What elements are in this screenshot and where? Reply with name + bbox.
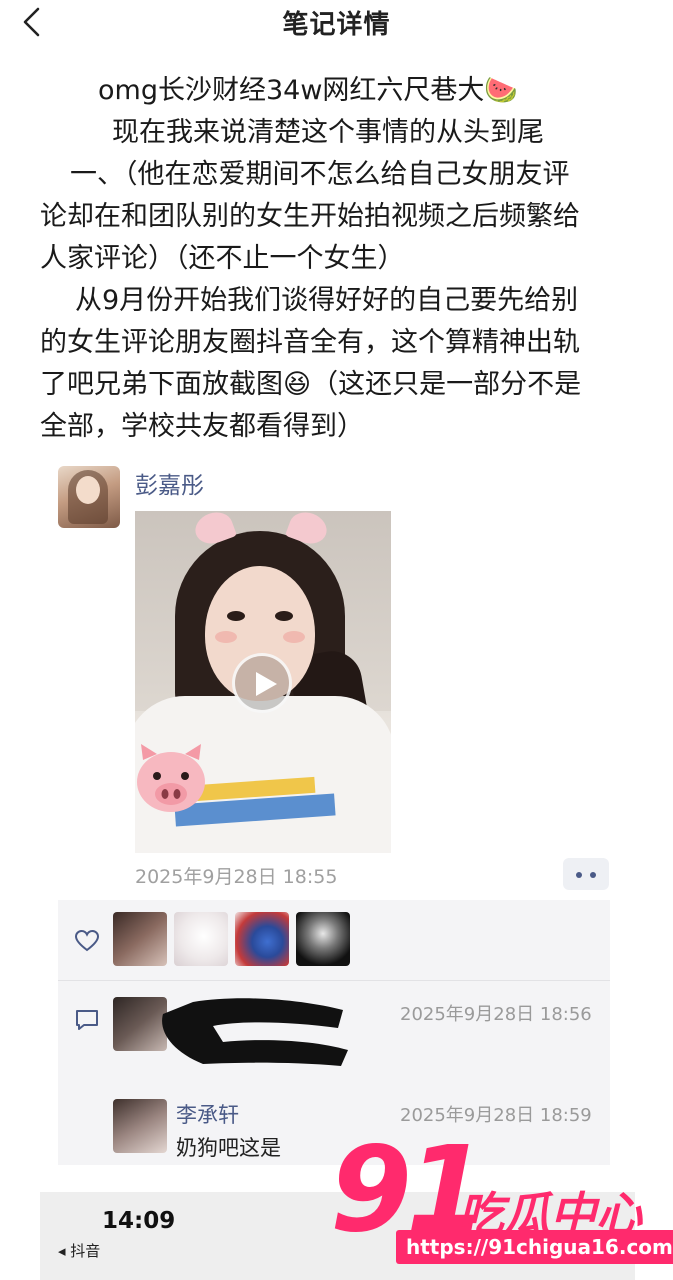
commenter-avatar[interactable] (113, 1099, 167, 1153)
divider (58, 980, 610, 981)
status-clock: 14:09 (102, 1208, 176, 1234)
comment-icon (76, 1010, 98, 1030)
author-avatar[interactable] (58, 466, 120, 528)
liker-avatar[interactable] (174, 912, 228, 966)
comment-text: 奶狗吧这是 (176, 1136, 281, 1160)
post-line: 了吧兄弟下面放截图😆（这还只是一部分不是 (40, 369, 582, 400)
post-line: 一、（他在恋爱期间不怎么给自己女朋友评 (70, 159, 570, 190)
comment-timestamp: 2025年9月28日 18:56 (400, 1004, 592, 1025)
play-icon (256, 672, 277, 696)
watermark-url: https://91chigua16.com (396, 1230, 673, 1264)
liker-avatar[interactable] (113, 912, 167, 966)
post-line: 人家评论）（还不止一个女生） (40, 243, 405, 274)
back-to-app-label: ◂ 抖音 (58, 1242, 101, 1260)
post-line: 的女生评论朋友圈抖音全有，这个算精神出轨 (40, 327, 580, 358)
post-timestamp: 2025年9月28日 18:55 (135, 866, 338, 888)
post-line: 论却在和团队别的女生开始拍视频之后频繁给 (40, 201, 580, 232)
redaction-scribble (162, 998, 348, 1066)
top-bar: 笔记详情 (0, 0, 673, 44)
page-title: 笔记详情 (282, 10, 391, 40)
post-line: 现在我来说清楚这个事情的从头到尾 (112, 117, 544, 148)
liker-avatar[interactable] (296, 912, 350, 966)
commenter-name[interactable]: 李承轩 (176, 1099, 239, 1129)
pig-face-icon (137, 744, 205, 812)
author-name[interactable]: 彭嘉彤 (135, 466, 204, 500)
more-options-button[interactable] (563, 858, 609, 890)
post-line: 从9月份开始我们谈得好好的自己要先给别 (75, 285, 579, 316)
post-body: omg长沙财经34w网红六尺巷大🍉 现在我来说清楚这个事情的从头到尾 一、（他在… (40, 70, 640, 448)
heart-outline-icon (74, 929, 100, 952)
liker-avatar[interactable] (235, 912, 289, 966)
post-line: omg长沙财经34w网红六尺巷大🍉 (98, 75, 519, 106)
post-line: 全部，学校共友都看得到） (40, 411, 364, 442)
play-button[interactable] (232, 653, 292, 713)
